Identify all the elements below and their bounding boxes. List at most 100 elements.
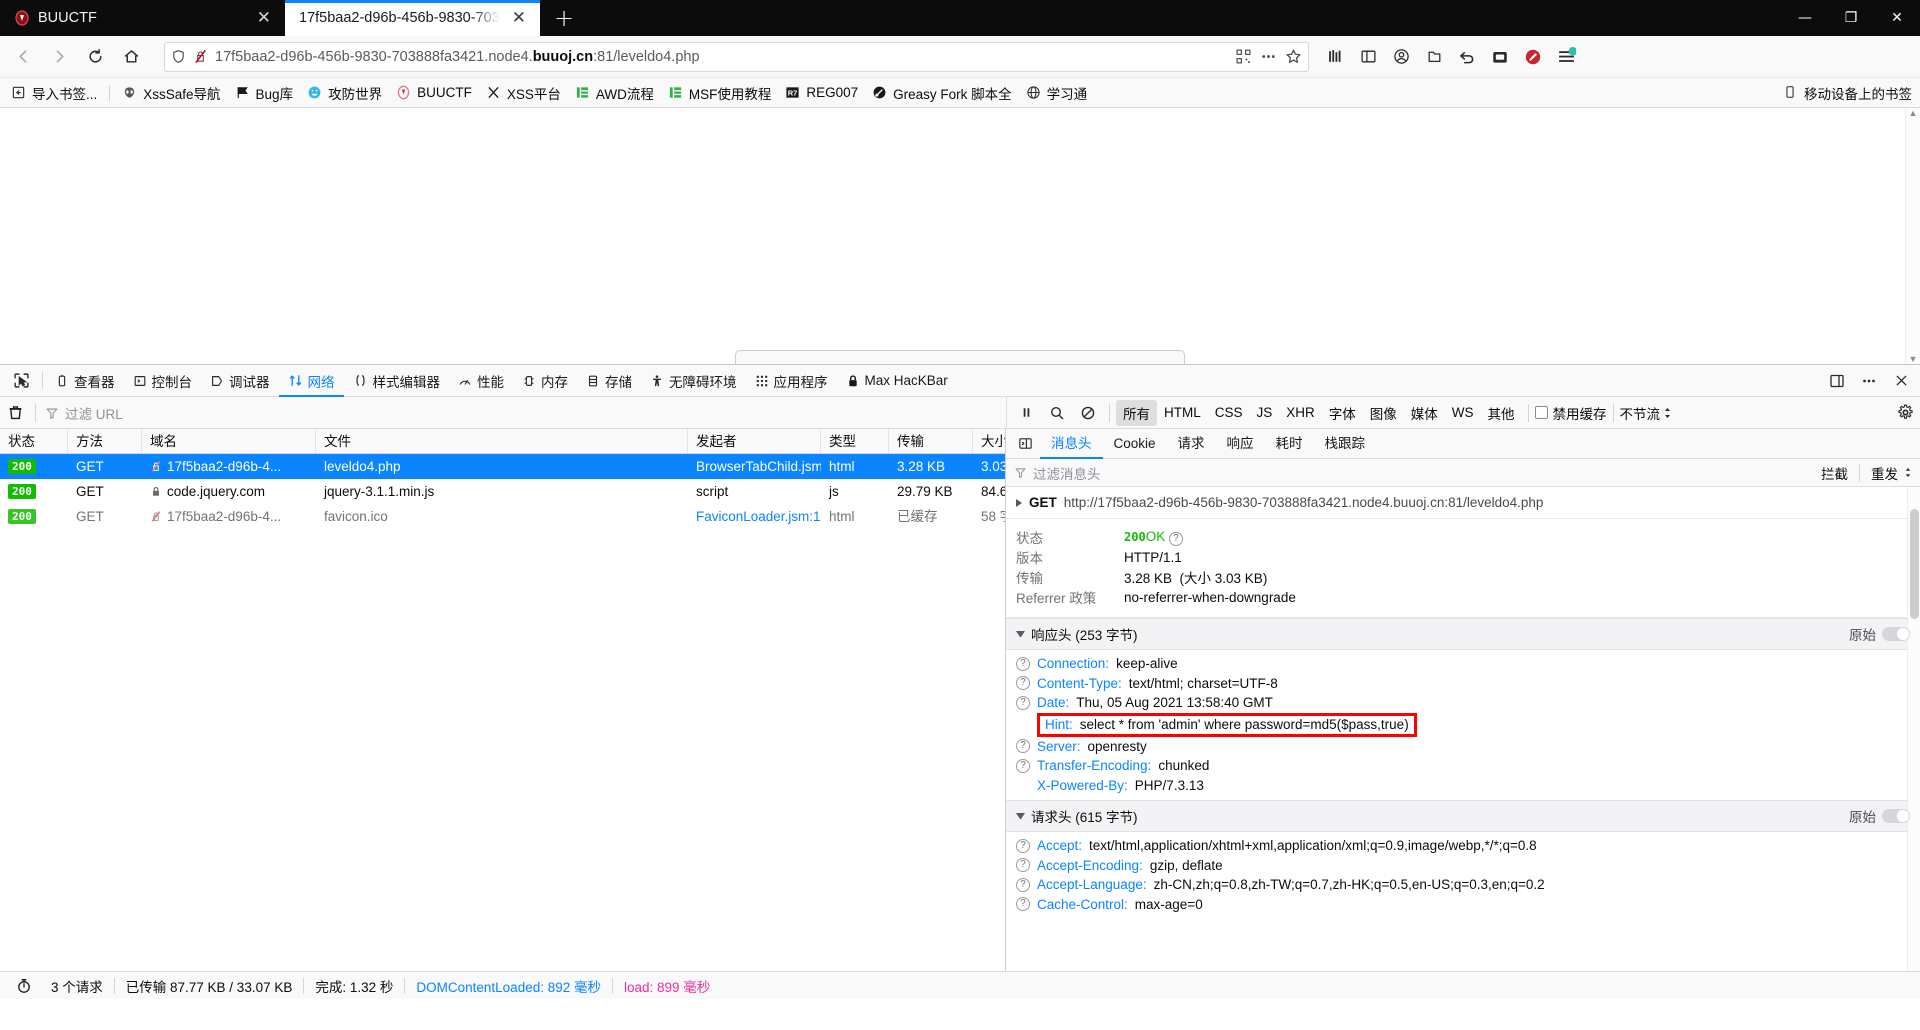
resend-button[interactable]: 重发 bbox=[1871, 463, 1898, 483]
home-button[interactable] bbox=[114, 41, 148, 73]
browser-tab-leveldo4[interactable]: 17f5baa2-d96b-456b-9830-7038 ✕ bbox=[285, 0, 540, 36]
block-icon[interactable] bbox=[1073, 399, 1103, 427]
bookmark-greasyfork[interactable]: Greasy Fork 脚本全 bbox=[866, 80, 1018, 106]
reload-button[interactable] bbox=[78, 41, 112, 73]
sidebar-icon[interactable] bbox=[1352, 41, 1384, 73]
request-url-row[interactable]: GET http://17f5baa2-d96b-456b-9830-70388… bbox=[1006, 487, 1920, 519]
details-tab-headers[interactable]: 消息头 bbox=[1040, 429, 1103, 459]
column-header-method[interactable]: 方法 bbox=[68, 429, 142, 454]
help-icon[interactable]: ? bbox=[1016, 858, 1030, 872]
column-header-transferred[interactable]: 传输 bbox=[889, 429, 973, 454]
mobile-bookmarks-folder[interactable]: 移动设备上的书签 bbox=[1783, 83, 1912, 103]
pause-icon[interactable] bbox=[1011, 399, 1041, 427]
table-row[interactable]: 200 GET code.jquery.com jquery-3.1.1.min… bbox=[0, 479, 1005, 504]
collapse-twisty-icon[interactable] bbox=[1016, 813, 1025, 819]
tab-memory[interactable]: 内存 bbox=[513, 365, 577, 397]
header-row[interactable]: ? Accept: text/html,application/xhtml+xm… bbox=[1006, 836, 1920, 856]
type-filter-ws[interactable]: WS bbox=[1445, 402, 1481, 423]
filter-url-input[interactable]: 过滤 URL bbox=[41, 402, 1006, 424]
help-icon[interactable]: ? bbox=[1016, 739, 1030, 753]
checkbox-box[interactable] bbox=[1535, 406, 1548, 419]
browser-tab-buuctf[interactable]: BUUCTF ✕ bbox=[0, 0, 285, 36]
qr-code-icon[interactable] bbox=[1235, 48, 1252, 65]
account-icon[interactable] bbox=[1385, 41, 1417, 73]
new-tab-button[interactable]: + bbox=[540, 0, 588, 36]
adblock-icon[interactable] bbox=[1517, 41, 1549, 73]
bookmark-msf[interactable]: MSF使用教程 bbox=[662, 80, 778, 106]
header-row[interactable]: ? Connection: keep-alive bbox=[1006, 654, 1920, 674]
bookmark-gongfang[interactable]: 攻防世界 bbox=[301, 80, 388, 106]
back-button[interactable] bbox=[6, 41, 40, 73]
type-filter-media[interactable]: 媒体 bbox=[1404, 400, 1445, 426]
url-text[interactable]: 17f5baa2-d96b-456b-9830-703888fa3421.nod… bbox=[215, 49, 1228, 65]
devtools-resize-grip[interactable] bbox=[735, 350, 1185, 364]
response-headers-section-header[interactable]: 响应头 (253 字节) 原始 bbox=[1006, 618, 1920, 650]
tab-console[interactable]: 控制台 bbox=[124, 365, 202, 397]
forward-button[interactable] bbox=[42, 41, 76, 73]
block-button[interactable]: 拦截 bbox=[1821, 463, 1848, 483]
bookmark-xss-platform[interactable]: XSS平台 bbox=[480, 80, 567, 106]
details-tab-request[interactable]: 请求 bbox=[1167, 429, 1216, 459]
header-row[interactable]: ? Transfer-Encoding: chunked bbox=[1006, 756, 1920, 776]
header-row[interactable]: ? Content-Type: text/html; charset=UTF-8 bbox=[1006, 674, 1920, 694]
raw-toggle[interactable] bbox=[1882, 627, 1910, 641]
meatball-menu-icon[interactable] bbox=[1854, 367, 1884, 395]
column-header-size[interactable]: 大小 bbox=[973, 429, 1005, 454]
header-row[interactable]: ? Cache-Control: max-age=0 bbox=[1006, 895, 1920, 915]
request-headers-section-header[interactable]: 请求头 (615 字节) 原始 bbox=[1006, 800, 1920, 832]
type-filter-html[interactable]: HTML bbox=[1157, 402, 1208, 423]
url-bar[interactable]: 17f5baa2-d96b-456b-9830-703888fa3421.nod… bbox=[164, 42, 1309, 72]
help-icon[interactable]: ? bbox=[1016, 839, 1030, 853]
header-row[interactable]: ? Accept-Encoding: gzip, deflate bbox=[1006, 856, 1920, 876]
tab-inspector[interactable]: 查看器 bbox=[46, 365, 124, 397]
throttle-dropdown[interactable]: 不节流 bbox=[1620, 403, 1673, 423]
bookmark-star-icon[interactable] bbox=[1285, 48, 1302, 65]
tab-application[interactable]: 应用程序 bbox=[746, 365, 837, 397]
gear-icon[interactable] bbox=[1890, 399, 1920, 427]
page-actions-icon[interactable] bbox=[1259, 48, 1278, 65]
minimize-button[interactable]: — bbox=[1782, 0, 1828, 36]
bookmark-import[interactable]: 导入书签... bbox=[5, 80, 103, 106]
raw-toggle-group[interactable]: 原始 bbox=[1849, 624, 1910, 644]
column-header-type[interactable]: 类型 bbox=[821, 429, 889, 454]
shield-icon[interactable] bbox=[171, 49, 186, 64]
bookmark-buuctf[interactable]: BUUCTF bbox=[390, 82, 478, 104]
type-filter-xhr[interactable]: XHR bbox=[1279, 402, 1322, 423]
details-tab-stacktrace[interactable]: 栈跟踪 bbox=[1314, 429, 1377, 459]
help-icon[interactable]: ? bbox=[1016, 897, 1030, 911]
close-window-button[interactable]: ✕ bbox=[1874, 0, 1920, 36]
tab-storage[interactable]: 存储 bbox=[577, 365, 641, 397]
type-filter-image[interactable]: 图像 bbox=[1363, 400, 1404, 426]
header-row-hint-highlighted[interactable]: Hint: select * from 'admin' where passwo… bbox=[1006, 713, 1920, 737]
scrollbar-thumb[interactable] bbox=[1910, 509, 1919, 619]
help-icon[interactable]: ? bbox=[1016, 759, 1030, 773]
bookmark-awd[interactable]: AWD流程 bbox=[569, 80, 660, 106]
container-tabs-icon[interactable] bbox=[1418, 41, 1450, 73]
tab-performance[interactable]: 性能 bbox=[449, 365, 513, 397]
search-icon[interactable] bbox=[1042, 399, 1072, 427]
timer-icon[interactable] bbox=[8, 978, 40, 994]
bookmark-reg007[interactable]: R7 REG007 bbox=[779, 82, 864, 104]
bookmark-xsssafe[interactable]: XssSafe导航 bbox=[116, 80, 226, 106]
scroll-up-arrow[interactable]: ▲ bbox=[1909, 108, 1918, 118]
tab-style-editor[interactable]: 样式编辑器 bbox=[344, 365, 450, 397]
library-icon[interactable] bbox=[1319, 41, 1351, 73]
expand-details-button[interactable] bbox=[1010, 430, 1040, 458]
expand-twisty-icon[interactable] bbox=[1016, 499, 1022, 507]
table-row[interactable]: 200 GET 17f5baa2-d96b-4... favicon.ico F… bbox=[0, 504, 1005, 529]
page-scrollbar[interactable]: ▲ ▼ bbox=[1905, 108, 1920, 364]
type-filter-all[interactable]: 所有 bbox=[1116, 400, 1157, 426]
collapse-twisty-icon[interactable] bbox=[1016, 631, 1025, 637]
pocket-icon[interactable] bbox=[1484, 41, 1516, 73]
cell-initiator[interactable]: FaviconLoader.jsm:19... bbox=[688, 504, 821, 529]
help-icon[interactable]: ? bbox=[1016, 878, 1030, 892]
column-header-initiator[interactable]: 发起者 bbox=[688, 429, 821, 454]
header-row[interactable]: ? Date: Thu, 05 Aug 2021 13:58:40 GMT bbox=[1006, 693, 1920, 713]
insecure-connection-icon[interactable] bbox=[193, 49, 208, 64]
help-icon[interactable]: ? bbox=[1016, 657, 1030, 671]
maximize-button[interactable]: ❐ bbox=[1828, 0, 1874, 36]
header-row[interactable]: X-Powered-By: PHP/7.3.13 bbox=[1006, 776, 1920, 796]
filter-headers-placeholder[interactable]: 过滤消息头 bbox=[1033, 463, 1101, 483]
help-icon[interactable]: ? bbox=[1169, 532, 1183, 546]
devtools-picker-button[interactable] bbox=[4, 365, 39, 397]
